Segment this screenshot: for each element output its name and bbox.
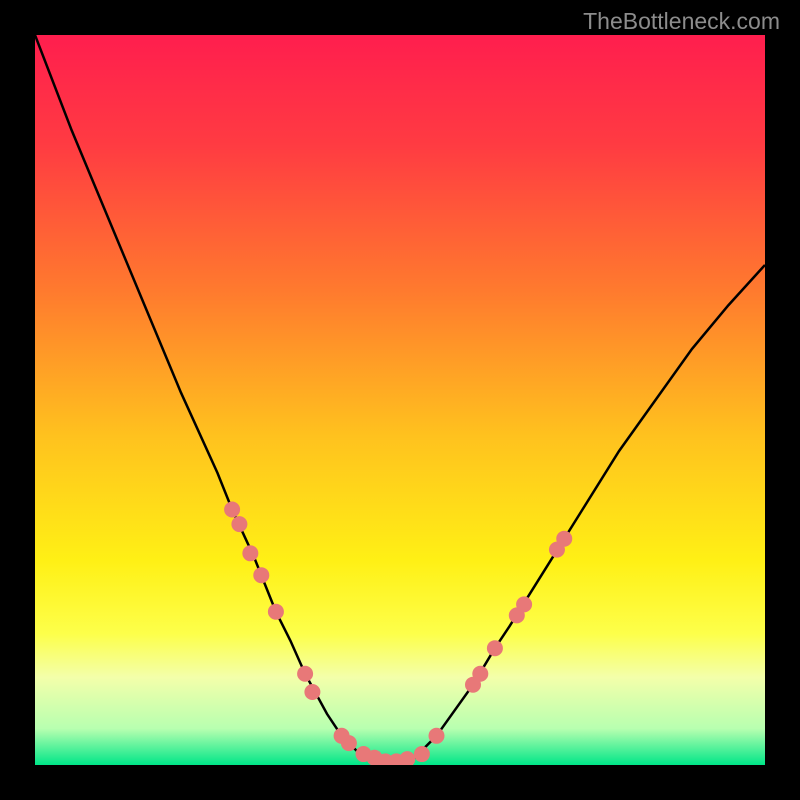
- data-marker: [516, 596, 532, 612]
- data-marker: [414, 746, 430, 762]
- bottleneck-chart: [35, 35, 765, 765]
- data-marker: [231, 516, 247, 532]
- data-marker: [242, 545, 258, 561]
- data-marker: [253, 567, 269, 583]
- data-marker: [268, 604, 284, 620]
- data-marker: [297, 666, 313, 682]
- chart-container: [35, 35, 765, 765]
- data-marker: [472, 666, 488, 682]
- watermark-text: TheBottleneck.com: [583, 8, 780, 35]
- data-marker: [556, 531, 572, 547]
- data-marker: [224, 502, 240, 518]
- data-marker: [429, 728, 445, 744]
- data-marker: [487, 640, 503, 656]
- data-marker: [304, 684, 320, 700]
- data-marker: [341, 735, 357, 751]
